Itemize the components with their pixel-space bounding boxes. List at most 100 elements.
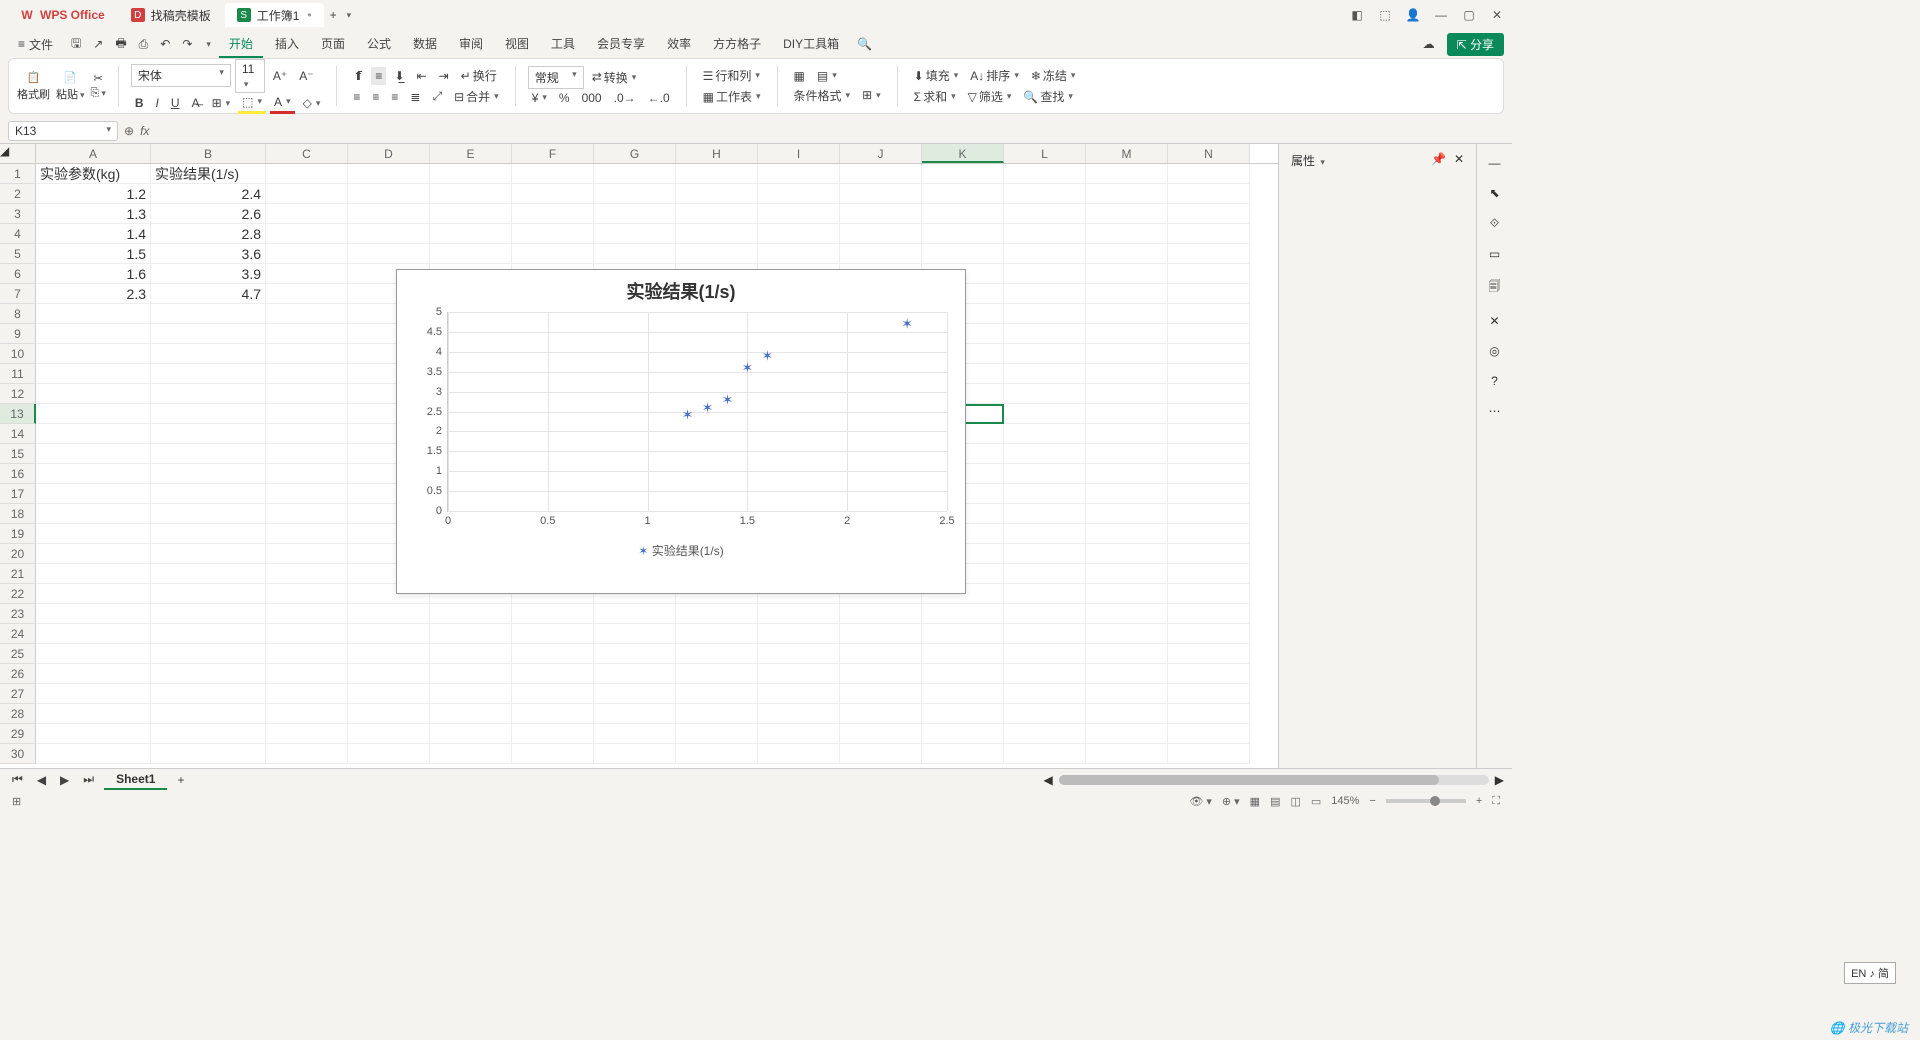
cell[interactable] <box>36 304 151 324</box>
row-header[interactable]: 9 <box>0 324 36 344</box>
fill-button[interactable]: ⬇ 填充▾ <box>910 65 963 86</box>
cell[interactable] <box>922 684 1004 704</box>
tab-menu-button[interactable]: ▾ <box>341 8 356 23</box>
cell[interactable] <box>840 244 922 264</box>
cell[interactable]: 1.5 <box>36 244 151 264</box>
cell[interactable] <box>266 684 348 704</box>
maximize-button[interactable]: ▢ <box>1462 8 1476 22</box>
cell[interactable] <box>348 704 430 724</box>
orientation-icon[interactable]: ⤢ <box>428 87 446 106</box>
cell[interactable] <box>430 204 512 224</box>
cell[interactable] <box>758 684 840 704</box>
cell[interactable] <box>1086 684 1168 704</box>
cell[interactable] <box>1004 384 1086 404</box>
cell[interactable] <box>1004 744 1086 764</box>
cell[interactable] <box>758 644 840 664</box>
hscrollbar[interactable] <box>1059 775 1489 785</box>
cell[interactable] <box>1004 364 1086 384</box>
cell[interactable] <box>1086 584 1168 604</box>
row-header[interactable]: 26 <box>0 664 36 684</box>
col-header[interactable]: E <box>430 144 512 163</box>
cell[interactable] <box>151 304 266 324</box>
zoom-all-icon[interactable]: ⊕ <box>124 124 134 138</box>
cell[interactable] <box>266 404 348 424</box>
cell[interactable] <box>1168 384 1250 404</box>
cell[interactable] <box>594 664 676 684</box>
cell[interactable] <box>1168 604 1250 624</box>
row-header[interactable]: 6 <box>0 264 36 284</box>
row-header[interactable]: 4 <box>0 224 36 244</box>
last-sheet-icon[interactable]: ⏭ <box>79 770 98 789</box>
embedded-chart[interactable]: 实验结果(1/s) 00.511.522.533.544.5500.511.52… <box>396 269 966 594</box>
cell[interactable]: 2.6 <box>151 204 266 224</box>
view-break-icon[interactable]: ◫ <box>1290 795 1300 808</box>
cell[interactable] <box>430 244 512 264</box>
cell[interactable] <box>36 684 151 704</box>
cell[interactable] <box>594 724 676 744</box>
bold-button[interactable]: B <box>131 94 148 112</box>
indent-dec-icon[interactable]: ⇤ <box>413 67 431 85</box>
cell[interactable] <box>512 664 594 684</box>
cell[interactable] <box>151 704 266 724</box>
cell[interactable] <box>1004 184 1086 204</box>
row-header[interactable]: 3 <box>0 204 36 224</box>
cell[interactable] <box>266 264 348 284</box>
cell[interactable] <box>1086 504 1168 524</box>
paste-icon[interactable]: 📄 <box>63 71 77 84</box>
cell[interactable] <box>1004 684 1086 704</box>
cell[interactable] <box>1168 284 1250 304</box>
row-header[interactable]: 5 <box>0 244 36 264</box>
cell[interactable] <box>36 664 151 684</box>
filter-button[interactable]: ▽ 筛选▾ <box>964 86 1016 107</box>
cell[interactable] <box>594 744 676 764</box>
cell[interactable] <box>151 484 266 504</box>
cell[interactable]: 3.6 <box>151 244 266 264</box>
hscroll-right-icon[interactable]: ▶ <box>1495 773 1504 787</box>
cell[interactable] <box>1086 624 1168 644</box>
cell[interactable] <box>36 584 151 604</box>
row-header[interactable]: 16 <box>0 464 36 484</box>
cell[interactable] <box>1168 704 1250 724</box>
cell[interactable] <box>266 624 348 644</box>
cell[interactable] <box>758 204 840 224</box>
template-tool-icon[interactable]: ▭ <box>1489 247 1500 261</box>
row-header[interactable]: 29 <box>0 724 36 744</box>
cell[interactable] <box>1004 664 1086 684</box>
cell[interactable] <box>151 524 266 544</box>
cell[interactable] <box>1086 324 1168 344</box>
cell[interactable] <box>1168 564 1250 584</box>
cell[interactable] <box>348 724 430 744</box>
clear-format-button[interactable]: ◇▾ <box>299 94 325 112</box>
cell[interactable] <box>1004 264 1086 284</box>
cell[interactable] <box>1086 164 1168 184</box>
row-header[interactable]: 18 <box>0 504 36 524</box>
cell[interactable] <box>1004 324 1086 344</box>
avatar-icon[interactable]: 👤 <box>1406 8 1420 22</box>
cell[interactable] <box>1086 284 1168 304</box>
align-top-icon[interactable]: ⬆̄ <box>349 67 367 85</box>
cell[interactable] <box>36 624 151 644</box>
cell[interactable] <box>36 384 151 404</box>
cell[interactable] <box>1168 424 1250 444</box>
cell[interactable] <box>430 624 512 644</box>
cell[interactable] <box>840 184 922 204</box>
row-header[interactable]: 1 <box>0 164 36 184</box>
cell[interactable] <box>151 564 266 584</box>
menu-效率[interactable]: 效率 <box>657 31 701 58</box>
number-format-select[interactable]: 常规 ▾ <box>528 66 584 89</box>
cell[interactable] <box>348 684 430 704</box>
cell[interactable] <box>1086 304 1168 324</box>
zoom-level[interactable]: 145% <box>1331 795 1359 807</box>
template-tab[interactable]: D找稿壳模板 <box>119 3 223 27</box>
comma-icon[interactable]: 000 <box>578 89 606 107</box>
worksheet-button[interactable]: ▦ 工作表▾ <box>699 86 765 107</box>
cell[interactable] <box>1086 224 1168 244</box>
cell[interactable] <box>430 604 512 624</box>
cell[interactable] <box>840 624 922 644</box>
align-middle-icon[interactable]: ≡ <box>371 67 386 85</box>
col-header[interactable]: M <box>1086 144 1168 163</box>
zoom-in-icon[interactable]: + <box>1476 795 1482 807</box>
cell[interactable] <box>266 204 348 224</box>
cell[interactable] <box>1086 704 1168 724</box>
cell[interactable] <box>922 224 1004 244</box>
